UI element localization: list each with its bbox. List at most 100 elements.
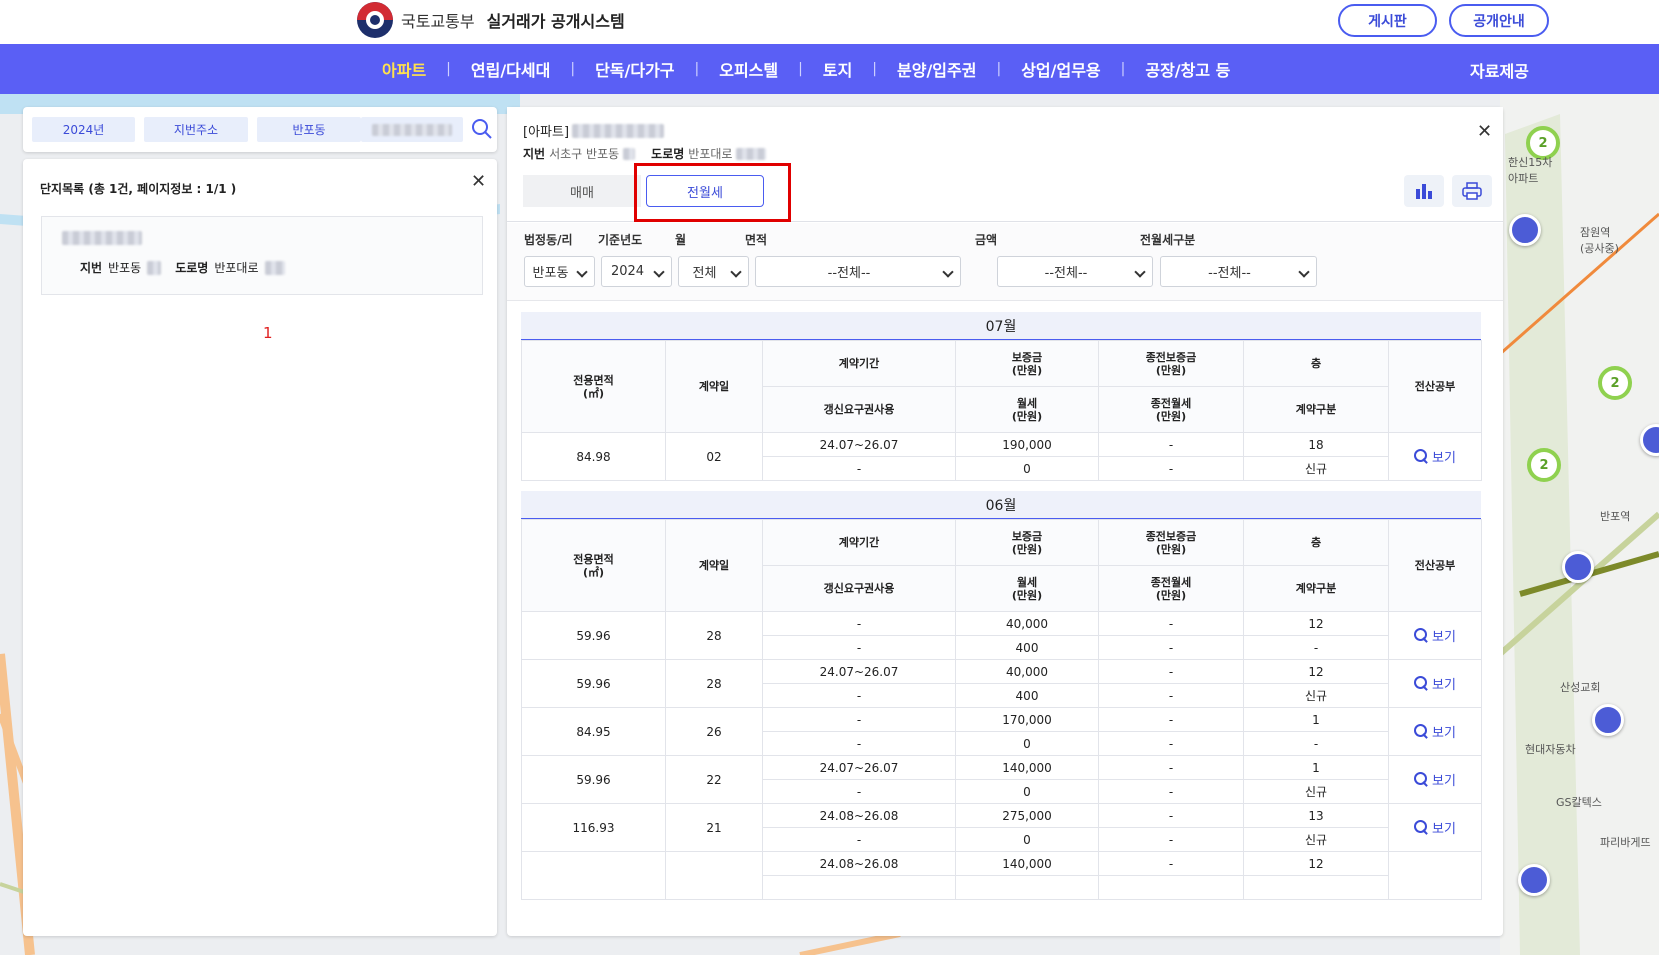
apartment-marker[interactable] [1562, 551, 1594, 583]
redacted-text [736, 147, 767, 160]
nav-land[interactable]: 토지 [803, 57, 872, 81]
board-button[interactable]: 게시판 [1338, 4, 1437, 37]
complex-list-item[interactable]: 지번 반포동 도로명 반포대로 [41, 216, 483, 295]
filter-label-amount: 금액 [975, 233, 998, 247]
chart-button[interactable] [1404, 175, 1444, 207]
detail-panel: [아파트] 지번 서초구 반포동 도로명 반포대로 ✕ 매매 전월세 법정동/리… [507, 107, 1503, 936]
cell-doc[interactable]: 보기 [1388, 707, 1482, 756]
month-select[interactable]: 전체 [678, 256, 749, 287]
nav-factory[interactable]: 공장/창고 등 [1125, 57, 1250, 81]
view-link[interactable]: 보기 [1414, 674, 1456, 693]
cell-floor: 13 [1243, 803, 1389, 828]
redacted-text [572, 123, 665, 138]
cell-deposit: 140,000 [955, 755, 1099, 780]
cell-renew [762, 875, 956, 900]
col-rent: 월세 (만원) [955, 386, 1099, 433]
cell-area: 59.96 [521, 611, 666, 660]
col-area: 전용면적 (㎡) [521, 519, 666, 612]
cell-day: 26 [665, 707, 763, 756]
disclosure-guide-button[interactable]: 공개안내 [1449, 4, 1549, 37]
tab-sale[interactable]: 매매 [523, 175, 641, 207]
road-label: 도로명 [175, 261, 209, 275]
road-value: 반포대로 [214, 261, 259, 275]
map-cluster[interactable]: 2 [1527, 448, 1561, 482]
nav-officetel[interactable]: 오피스텔 [699, 57, 798, 81]
complex-name-chip[interactable] [361, 117, 463, 142]
cell-floor: 18 [1243, 432, 1389, 457]
property-type-prefix: [아파트] [523, 125, 570, 140]
view-link[interactable]: 보기 [1414, 722, 1456, 741]
lease-type-select[interactable]: --전체-- [1160, 256, 1317, 287]
apartment-marker[interactable] [1509, 214, 1541, 246]
address-type-chip[interactable]: 지번주소 [144, 117, 248, 142]
cell-period: 24.07~26.07 [762, 659, 956, 684]
nav-apartment[interactable]: 아파트 [362, 57, 446, 81]
complex-address: 지번 반포동 도로명 반포대로 [80, 259, 285, 276]
ministry-logo[interactable]: 국토교통부 실거래가 공개시스템 [357, 2, 625, 38]
map-place-label: GS칼텍스 [1556, 796, 1602, 809]
cell-doc[interactable]: 보기 [1388, 611, 1482, 660]
col-rent: 월세 (만원) [955, 565, 1099, 612]
redacted-text [264, 260, 285, 275]
view-link[interactable]: 보기 [1414, 770, 1456, 789]
nav-items: 아파트 | 연립/다세대 | 단독/다가구 | 오피스텔 | 토지 | 분양/입… [362, 44, 1250, 94]
jibun-value: 서초구 반포동 [549, 147, 620, 161]
nav-presale[interactable]: 분양/입주권 [877, 57, 996, 81]
map-place-label: 현대자동차 [1525, 743, 1576, 756]
cell-prev-deposit: - [1098, 755, 1244, 780]
cell-doc[interactable]: 보기 [1388, 432, 1482, 481]
cell-floor: 12 [1243, 851, 1389, 876]
complex-list-panel: 단지목록 (총 1건, 페이지정보 : 1/1 ) ✕ 지번 반포동 도로명 반… [23, 159, 497, 936]
col-deposit: 보증금 (만원) [955, 340, 1099, 387]
view-link[interactable]: 보기 [1414, 626, 1456, 645]
apartment-marker[interactable] [1518, 864, 1550, 896]
pagination-page[interactable]: 1 [263, 324, 273, 342]
jibun-label: 지번 [523, 147, 546, 161]
map-cluster[interactable]: 2 [1598, 366, 1632, 400]
magnifier-icon [1414, 772, 1428, 786]
dong-chip[interactable]: 반포동 [257, 117, 361, 142]
cell-doc[interactable] [1388, 851, 1482, 900]
transaction-table-june: 전용면적 (㎡) 계약일 계약기간 보증금 (만원) 종전보증금 (만원) 층 전산공… [521, 519, 1482, 900]
view-label: 보기 [1432, 629, 1456, 645]
nav-detached[interactable]: 단독/다가구 [575, 57, 694, 81]
detail-address: 지번 서초구 반포동 도로명 반포대로 [523, 145, 767, 162]
cell-rent: 0 [955, 827, 1099, 852]
main-nav: 아파트 | 연립/다세대 | 단독/다가구 | 오피스텔 | 토지 | 분양/입… [0, 44, 1659, 94]
year-chip[interactable]: 2024년 [32, 117, 135, 142]
print-button[interactable] [1452, 175, 1492, 207]
cell-prev-deposit: - [1098, 803, 1244, 828]
view-link[interactable]: 보기 [1414, 447, 1456, 466]
cell-doc[interactable]: 보기 [1388, 803, 1482, 852]
cell-day: 02 [665, 432, 763, 481]
view-link[interactable]: 보기 [1414, 818, 1456, 837]
filter-label-type: 전월세구분 [1140, 233, 1196, 247]
nav-rowhouse[interactable]: 연립/다세대 [451, 57, 570, 81]
filter-label-month: 월 [675, 233, 687, 247]
nav-commercial[interactable]: 상업/업무용 [1001, 57, 1120, 81]
col-area: 전용면적 (㎡) [521, 340, 666, 433]
transaction-table-area[interactable]: 07월 전용면적 (㎡) 계약일 계약기간 보증금 (만원) 종전보증금 (만원) 층… [521, 312, 1487, 920]
cell-period: 24.08~26.08 [762, 803, 956, 828]
cell-doc[interactable]: 보기 [1388, 659, 1482, 708]
close-icon[interactable]: ✕ [471, 171, 486, 192]
map-place-label: 잠원역 (공사중) [1580, 226, 1619, 255]
search-icon[interactable] [470, 117, 494, 141]
table-row: 116.93 21 24.08~26.08 275,000-13 보기 [521, 803, 1482, 852]
nav-data-provision[interactable]: 자료제공 [1470, 58, 1529, 82]
filter-label-area: 면적 [745, 233, 768, 247]
cell-period: 24.07~26.07 [762, 755, 956, 780]
road-value: 반포대로 [688, 147, 733, 161]
cell-period: 24.07~26.07 [762, 432, 956, 457]
apartment-marker[interactable] [1592, 704, 1624, 736]
magnifier-icon [1414, 676, 1428, 690]
col-renew: 갱신요구권사용 [762, 386, 956, 433]
amount-select[interactable]: --전체-- [997, 256, 1153, 287]
area-select[interactable]: --전체-- [755, 256, 961, 287]
ministry-name: 국토교통부 [401, 12, 475, 31]
year-select[interactable]: 2024 [601, 256, 672, 287]
dong-select[interactable]: 반포동 [524, 256, 595, 287]
map-place-label: 파리바게뜨 [1600, 836, 1651, 849]
cell-doc[interactable]: 보기 [1388, 755, 1482, 804]
close-icon[interactable]: ✕ [1477, 121, 1492, 142]
